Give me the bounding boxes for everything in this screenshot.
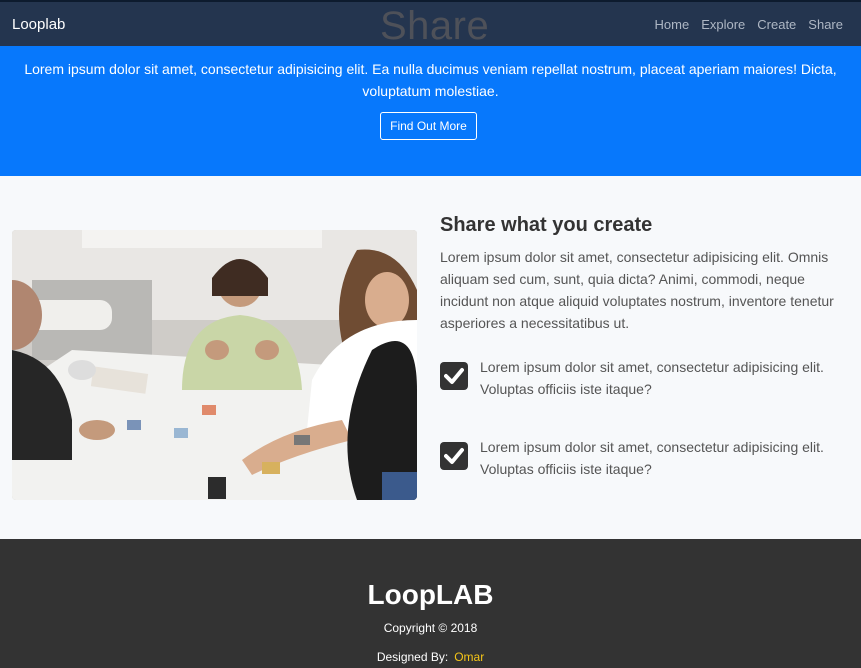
- navbar: Looplab Share Home Explore Create Share: [0, 0, 861, 48]
- feature-section: Share what you create Lorem ipsum dolor …: [0, 176, 861, 539]
- nav-link-explore[interactable]: Explore: [701, 17, 745, 32]
- team-photo: [12, 230, 417, 500]
- nav-link-create[interactable]: Create: [757, 17, 796, 32]
- hero-banner: Lorem ipsum dolor sit amet, consectetur …: [0, 46, 861, 176]
- check-item-text: Lorem ipsum dolor sit amet, consectetur …: [480, 439, 824, 477]
- check-item-1: Lorem ipsum dolor sit amet, consectetur …: [440, 356, 850, 406]
- page-ghost-title: Share: [380, 4, 490, 48]
- feature-description: Lorem ipsum dolor sit amet, consectetur …: [440, 249, 834, 331]
- brand-logo[interactable]: Looplab: [12, 16, 65, 33]
- footer: LoopLAB Copyright © 2018 Designed By: Oma…: [0, 539, 861, 668]
- feature-heading: Share what you create: [440, 214, 653, 236]
- checkbox-icon: [440, 442, 468, 470]
- team-photo-illustration: [12, 230, 417, 500]
- footer-title: LoopLAB: [367, 579, 494, 610]
- nav-link-home[interactable]: Home: [655, 17, 690, 32]
- nav-links: Home Explore Create Share: [655, 17, 844, 32]
- designer-name[interactable]: Omar: [454, 650, 484, 664]
- find-out-more-button[interactable]: Find Out More: [380, 112, 477, 140]
- checkbox-icon: [440, 362, 468, 390]
- check-item-2: Lorem ipsum dolor sit amet, consectetur …: [440, 436, 850, 486]
- designed-by-label: Designed By:: [376, 650, 449, 664]
- check-item-text: Lorem ipsum dolor sit amet, consectetur …: [480, 359, 824, 397]
- footer-copyright: Copyright © 2018: [383, 621, 478, 635]
- footer-credit: Designed By: Omar: [0, 650, 861, 664]
- hero-text: Lorem ipsum dolor sit amet, consectetur …: [24, 61, 837, 99]
- nav-link-share[interactable]: Share: [808, 17, 843, 32]
